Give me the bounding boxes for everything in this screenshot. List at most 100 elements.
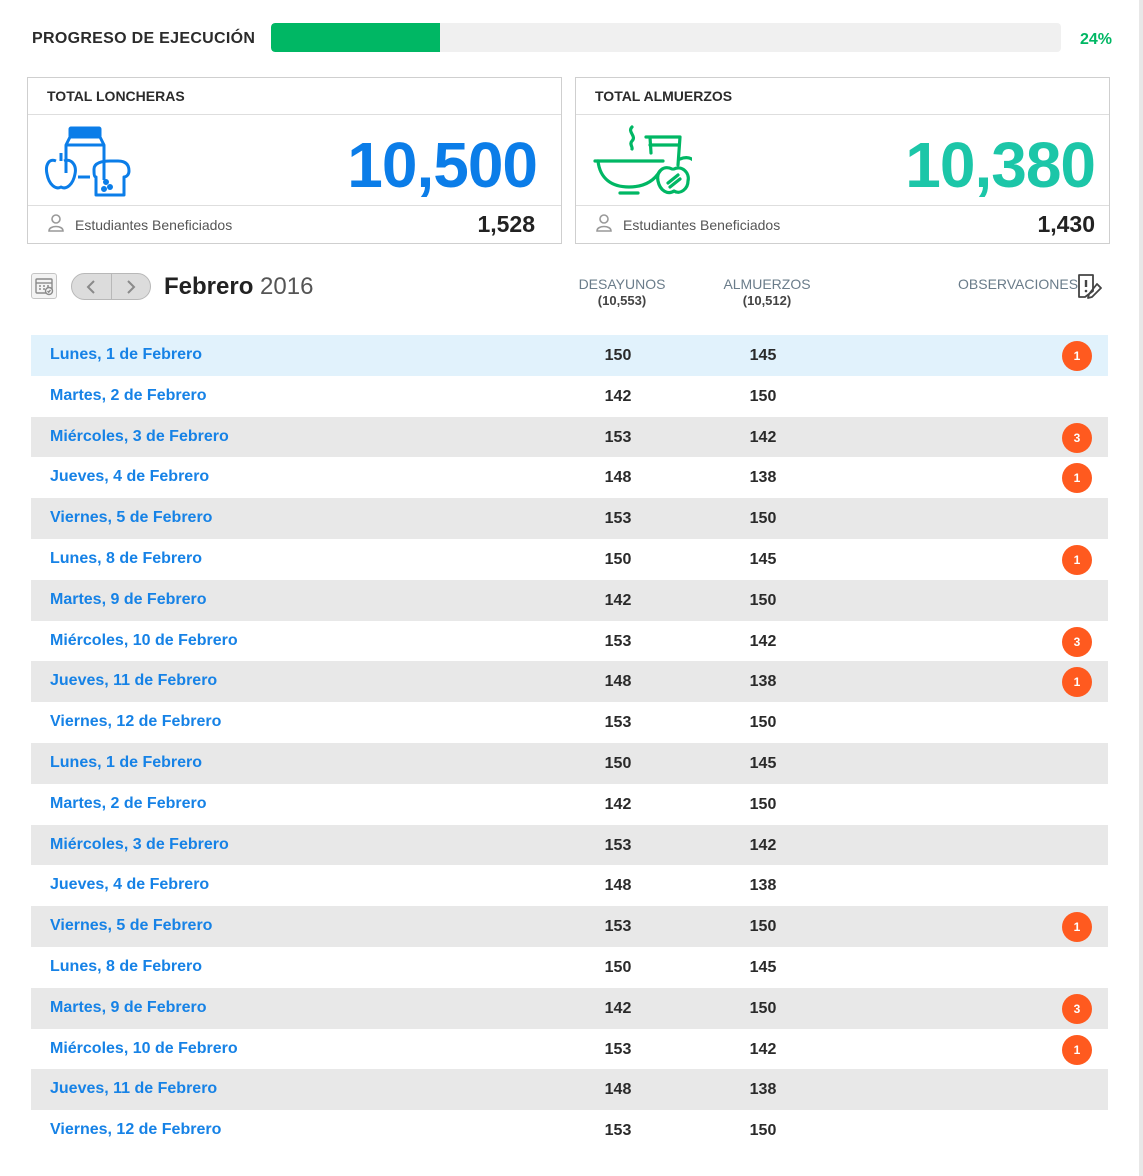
table-row[interactable]: Miércoles, 10 de Febrero 153 142 1	[31, 1029, 1108, 1070]
table-row[interactable]: Martes, 2 de Febrero 142 150	[31, 784, 1108, 825]
table-row[interactable]: Miércoles, 3 de Febrero 153 142	[31, 824, 1108, 866]
desayunos-value: 150	[604, 550, 632, 568]
table-row[interactable]: Jueves, 11 de Febrero 148 138	[31, 1069, 1108, 1111]
day-link[interactable]: Lunes, 1 de Febrero	[50, 754, 202, 772]
table-row[interactable]: Martes, 2 de Febrero 142 150	[31, 376, 1108, 417]
observation-badge[interactable]: 1	[1062, 1034, 1092, 1065]
day-link[interactable]: Miércoles, 10 de Febrero	[50, 1040, 238, 1058]
table-row[interactable]: Jueves, 4 de Febrero 148 138	[31, 865, 1108, 906]
observation-badge[interactable]: 1	[1062, 341, 1092, 371]
day-link[interactable]: Viernes, 12 de Febrero	[50, 1121, 221, 1139]
person-icon	[48, 214, 64, 232]
observation-badge[interactable]: 3	[1062, 626, 1092, 657]
day-link[interactable]: Viernes, 12 de Febrero	[50, 713, 221, 731]
almuerzos-value: 138	[749, 469, 777, 487]
progress-bar	[271, 23, 1061, 52]
observation-badge[interactable]: 3	[1062, 422, 1092, 453]
calendar-icon	[35, 278, 54, 296]
desayunos-value: 153	[604, 918, 632, 936]
column-almuerzos: ALMUERZOS (10,512)	[722, 276, 812, 308]
desayunos-value: 153	[604, 632, 632, 650]
day-link[interactable]: Lunes, 8 de Febrero	[50, 958, 202, 976]
day-link[interactable]: Miércoles, 3 de Febrero	[50, 836, 229, 854]
almuerzos-value: 138	[749, 877, 777, 895]
day-link[interactable]: Jueves, 4 de Febrero	[50, 876, 209, 894]
desayunos-value: 142	[604, 999, 632, 1017]
day-link[interactable]: Martes, 2 de Febrero	[50, 795, 207, 813]
table-row[interactable]: Viernes, 12 de Febrero 153 150	[31, 702, 1108, 743]
day-link[interactable]: Jueves, 11 de Febrero	[50, 1080, 217, 1098]
progress-label: PROGRESO DE EJECUCIÓN	[32, 30, 256, 47]
desayunos-value: 153	[604, 1122, 632, 1140]
almuerzos-value: 142	[749, 428, 777, 446]
desayunos-value: 148	[604, 469, 632, 487]
observation-badge[interactable]: 1	[1062, 667, 1092, 698]
progress-percent: 24%	[1080, 31, 1113, 48]
day-link[interactable]: Jueves, 4 de Febrero	[50, 468, 209, 486]
month-nav	[71, 273, 151, 300]
table-row[interactable]: Jueves, 4 de Febrero 148 138 1	[31, 457, 1108, 498]
desayunos-value: 148	[604, 673, 632, 691]
table-row[interactable]: Lunes, 1 de Febrero 150 145	[31, 742, 1108, 784]
note-edit-icon[interactable]	[1075, 271, 1103, 299]
table-row[interactable]: Viernes, 12 de Febrero 153 150	[31, 1110, 1108, 1151]
observation-badge[interactable]: 1	[1062, 463, 1092, 494]
desayunos-value: 153	[604, 836, 632, 854]
next-month-button[interactable]	[110, 274, 151, 299]
desayunos-value: 153	[604, 714, 632, 732]
day-link[interactable]: Lunes, 8 de Febrero	[50, 550, 202, 568]
card-total-loncheras: TOTAL LONCHERAS 10,500 Estudiantes Benef…	[27, 77, 562, 244]
table-row[interactable]: Lunes, 1 de Febrero 150 145 1	[31, 335, 1108, 376]
almuerzos-value: 150	[749, 510, 777, 528]
calendar-button[interactable]	[31, 273, 57, 299]
day-link[interactable]: Martes, 9 de Febrero	[50, 999, 207, 1017]
almuerzos-value: 150	[749, 1122, 777, 1140]
almuerzos-value: 145	[749, 754, 777, 772]
observation-badge[interactable]: 3	[1062, 993, 1092, 1024]
observation-badge[interactable]: 1	[1062, 544, 1092, 575]
person-icon	[596, 214, 612, 232]
beneficiados-label: Estudiantes Beneficiados	[75, 217, 233, 233]
desayunos-value: 148	[604, 877, 632, 895]
desayunos-value: 153	[604, 1040, 632, 1058]
table-row[interactable]: Viernes, 5 de Febrero 153 150	[31, 498, 1108, 539]
day-link[interactable]: Martes, 9 de Febrero	[50, 591, 207, 609]
desayunos-value: 142	[604, 387, 632, 405]
prev-month-button[interactable]	[72, 274, 111, 299]
observation-badge[interactable]: 1	[1062, 912, 1092, 943]
almuerzos-value: 142	[749, 632, 777, 650]
column-observaciones: OBSERVACIONES	[958, 276, 1079, 292]
day-link[interactable]: Miércoles, 3 de Febrero	[50, 428, 229, 446]
almuerzos-value: 145	[749, 550, 777, 568]
column-label: DESAYUNOS	[578, 276, 666, 292]
table-row[interactable]: Viernes, 5 de Febrero 153 150 1	[31, 906, 1108, 947]
table-row[interactable]: Miércoles, 3 de Febrero 153 142 3	[31, 416, 1108, 458]
chevron-left-icon	[86, 279, 95, 294]
day-link[interactable]: Lunes, 1 de Febrero	[50, 346, 202, 364]
table-row[interactable]: Miércoles, 10 de Febrero 153 142 3	[31, 621, 1108, 662]
table-row[interactable]: Martes, 9 de Febrero 142 150	[31, 579, 1108, 621]
day-link[interactable]: Martes, 2 de Febrero	[50, 387, 207, 405]
table-row[interactable]: Jueves, 11 de Febrero 148 138 1	[31, 661, 1108, 703]
day-link[interactable]: Miércoles, 10 de Febrero	[50, 632, 238, 650]
table-row[interactable]: Lunes, 8 de Febrero 150 145 1	[31, 539, 1108, 580]
desayunos-value: 142	[604, 795, 632, 813]
almuerzos-value: 150	[749, 591, 777, 609]
desayunos-value: 153	[604, 510, 632, 528]
total-almuerzos-value: 10,380	[905, 129, 1096, 201]
day-link[interactable]: Viernes, 5 de Febrero	[50, 509, 212, 527]
almuerzos-value: 150	[749, 387, 777, 405]
desayunos-value: 148	[604, 1081, 632, 1099]
beneficiados-value: 1,430	[1037, 211, 1095, 237]
day-link[interactable]: Jueves, 11 de Febrero	[50, 672, 217, 690]
card-title: TOTAL ALMUERZOS	[576, 78, 1109, 115]
meal-bowl-icon	[593, 125, 692, 195]
scrollbar[interactable]	[1139, 0, 1143, 1176]
day-link[interactable]: Viernes, 5 de Febrero	[50, 917, 212, 935]
chevron-right-icon	[127, 279, 136, 294]
table-row[interactable]: Martes, 9 de Febrero 142 150 3	[31, 987, 1108, 1029]
almuerzos-value: 145	[749, 347, 777, 364]
table-row[interactable]: Lunes, 8 de Febrero 150 145	[31, 947, 1108, 988]
desayunos-value: 153	[604, 428, 632, 446]
almuerzos-value: 145	[749, 958, 777, 976]
